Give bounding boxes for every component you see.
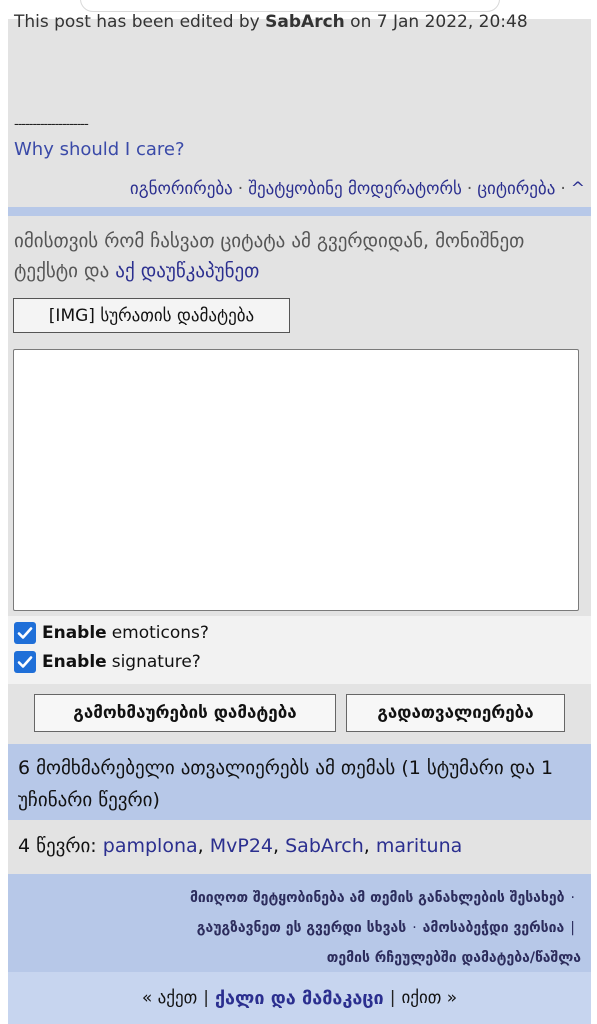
topic-navigation: « აქეთ | ქალი და მამაკაცი | იქით » (8, 972, 591, 1024)
online-prefix: 4 წევრი: (18, 835, 97, 857)
topic-tools: მიიღოთ შეტყობინება ამ თემის განახლების შ… (8, 874, 591, 972)
separator: · (412, 920, 417, 936)
signature-separator: -------------------- (14, 117, 89, 132)
signature-link[interactable]: Why should I care? (14, 139, 185, 160)
quick-reply: იმისთვის რომ ჩასვათ ციტატა ამ გვერდიდან,… (8, 216, 591, 616)
post-actions: იგნორირება · შეატყობინე მოდერატორს · ციტ… (8, 171, 591, 207)
topic-viewers: 6 მომხმარებელი ათვალიერებს ამ თემას (1 ს… (8, 744, 591, 820)
emoticons-label-bold: Enable (42, 623, 107, 643)
ignore-link[interactable]: იგნორირება (130, 179, 233, 199)
preview-button[interactable]: გადათვალიერება (346, 694, 565, 732)
member-link[interactable]: pamplona (103, 835, 198, 857)
submit-reply-button[interactable]: გამოხმაურების დამატება (34, 694, 336, 732)
checkmark-icon (17, 627, 33, 639)
form-buttons: გამოხმაურების დამატება გადათვალიერება (8, 684, 591, 744)
notify-link[interactable]: მიიღოთ შეტყობინება ამ თემის განახლების შ… (190, 890, 565, 906)
quote-hint-text: იმისთვის რომ ჩასვათ ციტატა ამ გვერდიდან,… (14, 230, 525, 282)
quote-link[interactable]: ციტირება (477, 179, 555, 199)
edited-prefix: This post has been edited by (14, 12, 266, 32)
separator: · (560, 179, 566, 199)
forum-link[interactable]: ქალი და მამაკაცი (215, 988, 384, 1009)
signature-label-bold: Enable (42, 652, 107, 672)
quote-hint: იმისთვის რომ ჩასვათ ციტატა ამ გვერდიდან,… (14, 226, 579, 286)
report-link[interactable]: შეატყობინე მოდერატორს (248, 179, 462, 199)
separator: | (389, 988, 396, 1008)
separator: · (466, 179, 473, 199)
topic-page: This post has been edited by SabArch on … (8, 12, 591, 1024)
emoticons-checkbox[interactable] (14, 622, 36, 644)
member-link[interactable]: MvP24 (210, 835, 273, 857)
separator: · (237, 179, 244, 199)
edited-note: This post has been edited by SabArch on … (14, 12, 528, 32)
signature-option[interactable]: Enable signature? (14, 651, 201, 673)
quote-hint-link[interactable]: აქ დაუწკაპუნეთ (115, 260, 259, 282)
online-members: 4 წევრი: pamplona, MvP24, SabArch, marit… (8, 820, 591, 874)
signature-checkbox[interactable] (14, 651, 36, 673)
divider (8, 207, 591, 216)
edited-user: SabArch (265, 12, 345, 32)
send-page-link[interactable]: გაუგზავნეთ ეს გვერდი სხვას (197, 920, 406, 936)
edited-date: on 7 Jan 2022, 20:48 (344, 12, 528, 32)
separator: | (203, 988, 209, 1008)
favorites-link[interactable]: თემის რჩეულებში დამატება/წაშლა (327, 950, 581, 966)
emoticons-option[interactable]: Enable emoticons? (14, 622, 209, 644)
separator: | (570, 920, 575, 936)
browser-url-pill (80, 0, 500, 12)
prev-topic-link[interactable]: « აქეთ (142, 988, 197, 1008)
post-options: Enable emoticons? Enable signature? (8, 616, 591, 684)
separator: · (570, 890, 575, 906)
print-link[interactable]: ამოსაბეჭდი ვერსია (423, 920, 565, 936)
emoticons-label: emoticons? (111, 623, 209, 643)
add-image-button[interactable]: [IMG] სურათის დამატება (13, 298, 290, 333)
member-link[interactable]: SabArch (285, 835, 364, 857)
reply-textarea[interactable] (13, 349, 579, 611)
member-link[interactable]: marituna (376, 835, 462, 857)
next-topic-link[interactable]: იქით » (401, 988, 457, 1008)
signature-label: signature? (111, 652, 201, 672)
checkmark-icon (17, 656, 33, 668)
post-body: This post has been edited by SabArch on … (8, 12, 591, 207)
top-link[interactable]: ^ (571, 179, 585, 199)
